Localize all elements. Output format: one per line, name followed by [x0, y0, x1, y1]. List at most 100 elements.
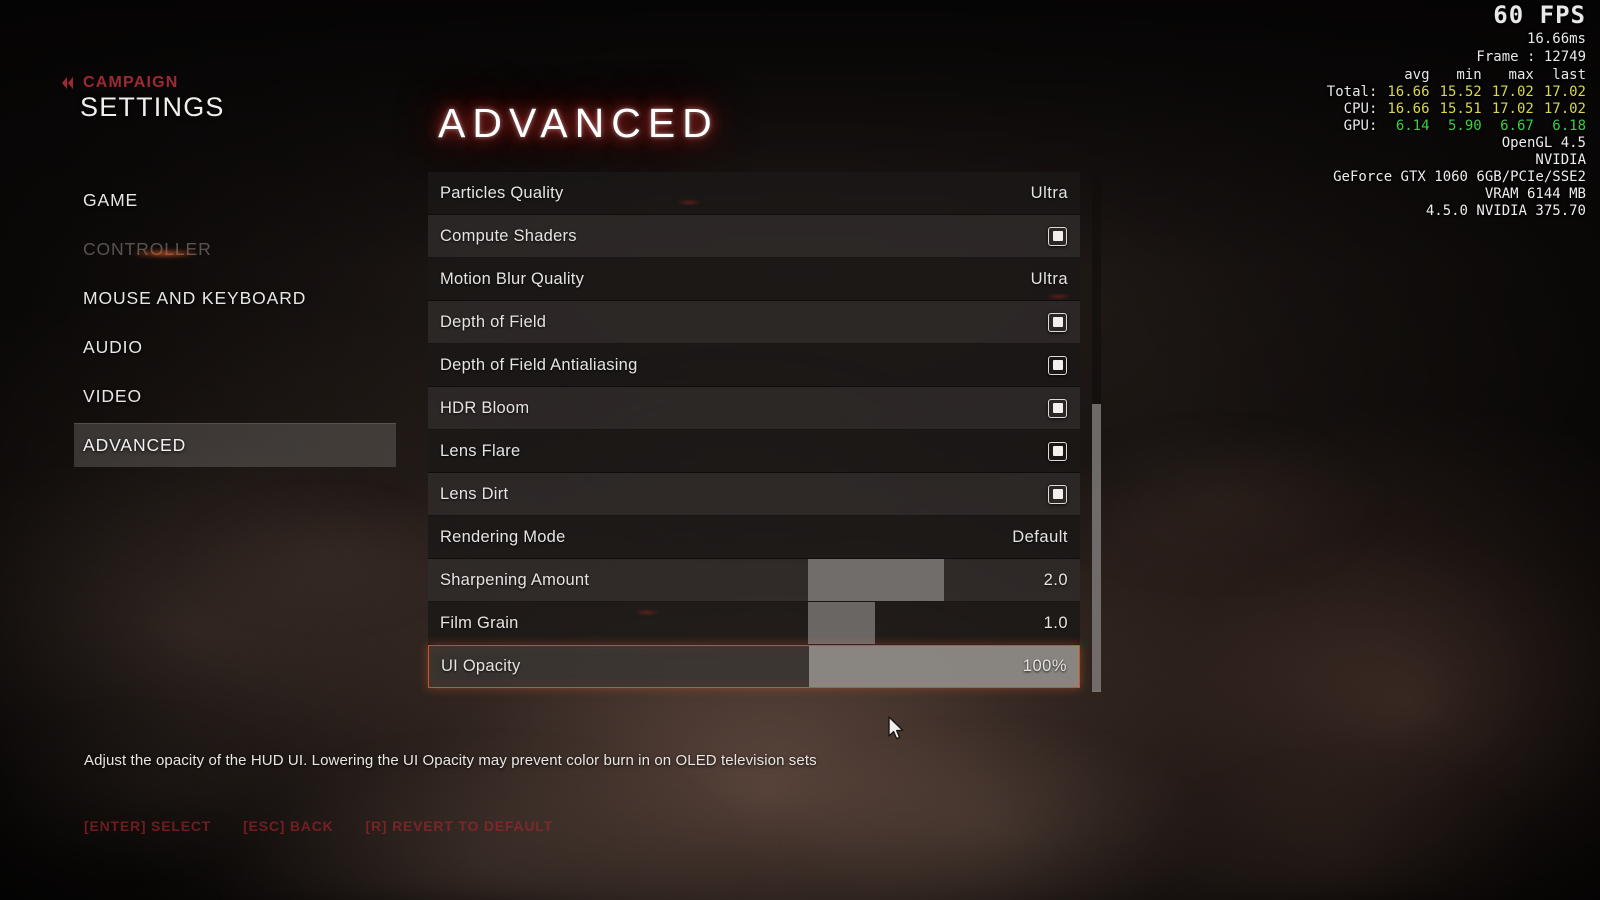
- checkbox-checked-icon[interactable]: [1048, 484, 1067, 504]
- setting-label: Motion Blur Quality: [440, 269, 585, 288]
- sidebar-item-advanced[interactable]: ADVANCED: [74, 423, 396, 467]
- sidebar-item-label: VIDEO: [83, 385, 142, 406]
- checkbox-checked-icon[interactable]: [1048, 441, 1067, 461]
- setting-value[interactable]: Ultra: [1031, 270, 1080, 289]
- perf-row-label: Total:: [1326, 84, 1378, 100]
- checkbox-checked-icon[interactable]: [1048, 355, 1067, 375]
- setting-row-compute-shaders[interactable]: Compute Shaders: [428, 215, 1080, 258]
- perf-total-min: 15.52: [1439, 84, 1482, 100]
- perf-gpu-min: 5.90: [1447, 118, 1482, 134]
- perf-col-last: last: [1552, 67, 1586, 83]
- perf-col-min: min: [1456, 67, 1482, 83]
- fps-counter: 60 FPS: [1493, 1, 1586, 29]
- setting-label: Compute Shaders: [440, 226, 577, 245]
- setting-row-lens-dirt[interactable]: Lens Dirt: [428, 473, 1080, 516]
- gpu-vendor: NVIDIA: [1535, 152, 1586, 168]
- perf-total-max: 17.02: [1491, 84, 1534, 100]
- checkbox-fill: [1052, 446, 1063, 456]
- setting-row-motion-blur-quality[interactable]: Motion Blur Quality Ultra: [428, 258, 1080, 301]
- setting-label: Depth of Field Antialiasing: [440, 355, 638, 374]
- setting-row-film-grain[interactable]: Film Grain 1.0: [428, 602, 1080, 645]
- setting-row-hdr-bloom[interactable]: HDR Bloom: [428, 387, 1080, 430]
- setting-row-rendering-mode[interactable]: Rendering Mode Default: [428, 516, 1080, 559]
- sidebar-item-mouse-and-keyboard[interactable]: MOUSE AND KEYBOARD: [74, 276, 396, 320]
- setting-label: HDR Bloom: [440, 398, 530, 417]
- checkbox-fill: [1052, 231, 1063, 241]
- settings-scrollbar-thumb[interactable]: [1092, 404, 1101, 692]
- sidebar-item-game[interactable]: GAME: [74, 178, 396, 222]
- setting-value[interactable]: Default: [1012, 528, 1080, 547]
- perf-col-avg: avg: [1404, 67, 1430, 83]
- hint-revert: [R] REVERT TO DEFAULT: [365, 818, 553, 834]
- perf-cpu-min: 15.51: [1439, 101, 1482, 117]
- setting-description: Adjust the opacity of the HUD UI. Loweri…: [84, 752, 817, 769]
- setting-row-lens-flare[interactable]: Lens Flare: [428, 430, 1080, 473]
- sidebar-item-label: ADVANCED: [83, 435, 187, 455]
- setting-row-depth-of-field-antialiasing[interactable]: Depth of Field Antialiasing: [428, 344, 1080, 387]
- perf-row-cpu: CPU: 16.66 15.51 17.02 17.02: [1327, 101, 1586, 118]
- vram-readout: VRAM 6144 MB: [1484, 186, 1586, 202]
- perf-total-avg: 16.66: [1387, 84, 1430, 100]
- perf-row-label: CPU:: [1343, 101, 1378, 117]
- perf-header-spacer: [1327, 67, 1378, 84]
- sidebar-item-controller[interactable]: CONTROLLER: [74, 227, 396, 271]
- setting-label: UI Opacity: [441, 657, 521, 675]
- setting-label: Lens Dirt: [440, 484, 509, 503]
- setting-label: Rendering Mode: [440, 527, 566, 546]
- perf-cpu-avg: 16.66: [1387, 101, 1430, 117]
- setting-label: Particles Quality: [440, 183, 564, 202]
- perf-table-header: avg min max last: [1327, 67, 1586, 84]
- setting-value: 1.0: [1043, 613, 1068, 632]
- perf-cpu-max: 17.02: [1491, 101, 1534, 117]
- perf-row-total: Total: 16.66 15.52 17.02 17.02: [1327, 84, 1586, 101]
- setting-label: Film Grain: [440, 613, 519, 632]
- checkbox-fill: [1052, 403, 1063, 413]
- setting-label: Depth of Field: [440, 312, 547, 331]
- perf-gpu-max: 6.67: [1500, 118, 1534, 134]
- checkbox-checked-icon[interactable]: [1048, 398, 1067, 418]
- hint-select: [ENTER] SELECT: [84, 818, 212, 834]
- setting-value[interactable]: Ultra: [1031, 184, 1080, 203]
- page-title: SETTINGS: [80, 92, 225, 122]
- slider-fill[interactable]: [808, 559, 944, 601]
- control-hints: [ENTER] SELECT [ESC] BACK [R] REVERT TO …: [84, 818, 553, 834]
- perf-gpu-avg: 6.14: [1395, 118, 1430, 134]
- checkbox-fill: [1052, 360, 1063, 370]
- frametime-readout: 16.66ms: [1526, 31, 1586, 47]
- checkbox-fill: [1052, 317, 1063, 327]
- sidebar-item-label: CONTROLLER: [83, 238, 212, 259]
- perf-row-label: GPU:: [1343, 118, 1378, 134]
- sidebar-item-label: GAME: [83, 189, 139, 210]
- sidebar-item-video[interactable]: VIDEO: [74, 374, 396, 418]
- setting-row-ui-opacity[interactable]: UI Opacity 100%: [428, 645, 1080, 688]
- checkbox-checked-icon[interactable]: [1048, 226, 1067, 246]
- back-to-campaign-button[interactable]: CAMPAIGN: [60, 74, 179, 92]
- perf-gpu-last: 6.18: [1552, 118, 1586, 134]
- perf-row-gpu: GPU: 6.14 5.90 6.67 6.18: [1327, 118, 1586, 135]
- perf-col-max: max: [1508, 67, 1534, 83]
- perf-stats-table: avg min max last Total: 16.66 15.52 17.0…: [1327, 67, 1586, 135]
- perf-total-last: 17.02: [1543, 84, 1586, 100]
- setting-row-depth-of-field[interactable]: Depth of Field: [428, 301, 1080, 344]
- setting-value: 100%: [1022, 657, 1067, 675]
- setting-value: 2.0: [1043, 570, 1068, 589]
- sidebar-item-label: AUDIO: [83, 336, 143, 357]
- setting-row-sharpening-amount[interactable]: Sharpening Amount 2.0: [428, 559, 1080, 602]
- checkbox-fill: [1052, 489, 1063, 499]
- gpu-renderer: GeForce GTX 1060 6GB/PCIe/SSE2: [1333, 169, 1586, 185]
- performance-overlay: 60 FPS 16.66ms Frame : 12749 avg min max…: [1327, 0, 1586, 220]
- sidebar-item-audio[interactable]: AUDIO: [74, 325, 396, 369]
- frame-counter: Frame : 12749: [1476, 49, 1586, 65]
- setting-label: Sharpening Amount: [440, 570, 590, 589]
- settings-list: Particles Quality Ultra Compute Shaders …: [428, 172, 1080, 688]
- setting-row-particles-quality[interactable]: Particles Quality Ultra: [428, 172, 1080, 215]
- slider-fill[interactable]: [808, 602, 875, 644]
- double-chevron-left-icon: [60, 76, 76, 90]
- hint-back: [ESC] BACK: [243, 818, 334, 834]
- mouse-cursor: [887, 716, 905, 747]
- driver-version: 4.5.0 NVIDIA 375.70: [1425, 203, 1586, 219]
- perf-cpu-last: 17.02: [1543, 101, 1586, 117]
- section-title: ADVANCED: [438, 100, 719, 146]
- checkbox-checked-icon[interactable]: [1048, 312, 1067, 332]
- setting-label: Lens Flare: [440, 441, 521, 460]
